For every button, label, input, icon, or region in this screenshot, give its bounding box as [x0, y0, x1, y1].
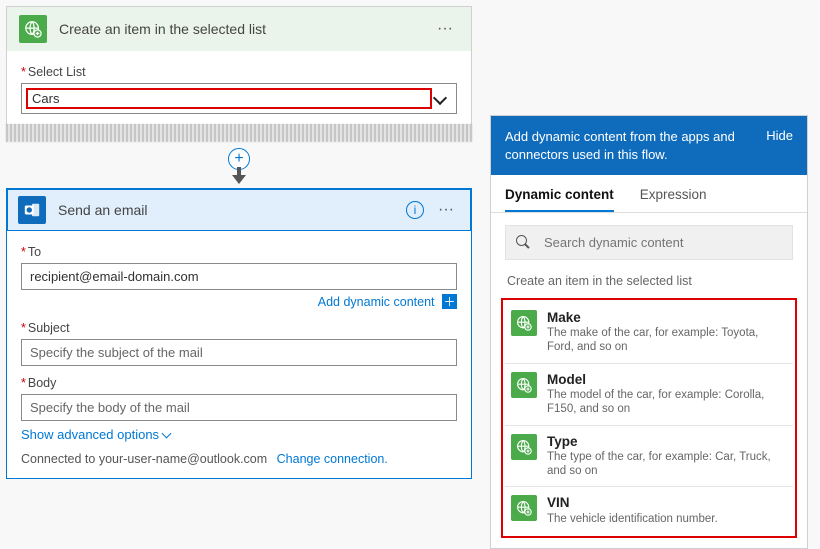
to-input[interactable] — [21, 263, 457, 290]
select-list-label: *Select List — [21, 65, 457, 79]
subject-label: *Subject — [21, 321, 457, 335]
globe-plus-icon — [511, 372, 537, 398]
dynamic-items-list: Make The make of the car, for example: T… — [501, 298, 797, 538]
add-dynamic-content-link[interactable]: Add dynamic content ＋ — [318, 295, 457, 309]
dynamic-item-name: Model — [547, 372, 787, 388]
dynamic-item-desc: The vehicle identification number. — [547, 513, 718, 527]
chevron-down-icon — [432, 92, 450, 106]
dynamic-content-item[interactable]: Model The model of the car, for example:… — [505, 364, 793, 426]
change-connection-link[interactable]: Change connection. — [277, 452, 388, 466]
step-connector: + — [6, 148, 472, 184]
torn-edge-divider — [6, 124, 472, 142]
info-icon[interactable]: i — [406, 201, 424, 219]
more-menu-button[interactable]: ··· — [431, 20, 459, 38]
dynamic-panel-tabs: Dynamic content Expression — [491, 175, 807, 213]
dynamic-content-item[interactable]: Type The type of the car, for example: C… — [505, 426, 793, 488]
dynamic-item-name: Make — [547, 310, 787, 326]
action-title: Send an email — [58, 202, 406, 218]
dynamic-item-desc: The model of the car, for example: Corol… — [547, 389, 787, 417]
select-list-dropdown[interactable]: Cars — [21, 83, 457, 114]
dynamic-panel-header: Add dynamic content from the apps and co… — [491, 116, 807, 175]
dynamic-content-panel: Add dynamic content from the apps and co… — [490, 115, 808, 549]
chevron-down-icon — [159, 427, 170, 442]
body-input[interactable] — [21, 394, 457, 421]
dynamic-section-title: Create an item in the selected list — [491, 270, 807, 298]
plus-icon: ＋ — [442, 294, 457, 309]
action-title: Create an item in the selected list — [59, 21, 431, 37]
to-label: *To — [21, 245, 457, 259]
action-card-send-email: Send an email i ··· *To Add dynamic cont… — [6, 188, 472, 479]
more-menu-button[interactable]: ··· — [432, 201, 460, 219]
globe-plus-icon — [511, 310, 537, 336]
tab-dynamic-content[interactable]: Dynamic content — [505, 187, 614, 212]
arrow-down-icon — [232, 175, 246, 184]
globe-plus-icon — [511, 495, 537, 521]
dynamic-content-item[interactable]: VIN The vehicle identification number. — [505, 487, 793, 534]
dynamic-item-name: Type — [547, 434, 787, 450]
search-icon — [516, 235, 532, 251]
select-list-value: Cars — [26, 88, 432, 109]
dynamic-item-desc: The make of the car, for example: Toyota… — [547, 327, 787, 355]
subject-input[interactable] — [21, 339, 457, 366]
dynamic-item-name: VIN — [547, 495, 718, 511]
action-header[interactable]: Create an item in the selected list ··· — [7, 7, 471, 51]
action-header[interactable]: Send an email i ··· — [7, 189, 471, 231]
body-label: *Body — [21, 376, 457, 390]
dynamic-content-item[interactable]: Make The make of the car, for example: T… — [505, 302, 793, 364]
outlook-icon — [18, 196, 46, 224]
globe-plus-icon — [19, 15, 47, 43]
connection-info: Connected to your-user-name@outlook.com … — [21, 448, 457, 468]
show-advanced-options-link[interactable]: Show advanced options — [21, 421, 457, 448]
dynamic-item-desc: The type of the car, for example: Car, T… — [547, 451, 787, 479]
search-input[interactable] — [542, 234, 782, 251]
globe-plus-icon — [511, 434, 537, 460]
hide-panel-button[interactable]: Hide — [756, 128, 793, 143]
search-dynamic-content[interactable] — [505, 225, 793, 260]
action-card-create-item: Create an item in the selected list ··· … — [6, 6, 472, 125]
tab-expression[interactable]: Expression — [640, 187, 707, 212]
